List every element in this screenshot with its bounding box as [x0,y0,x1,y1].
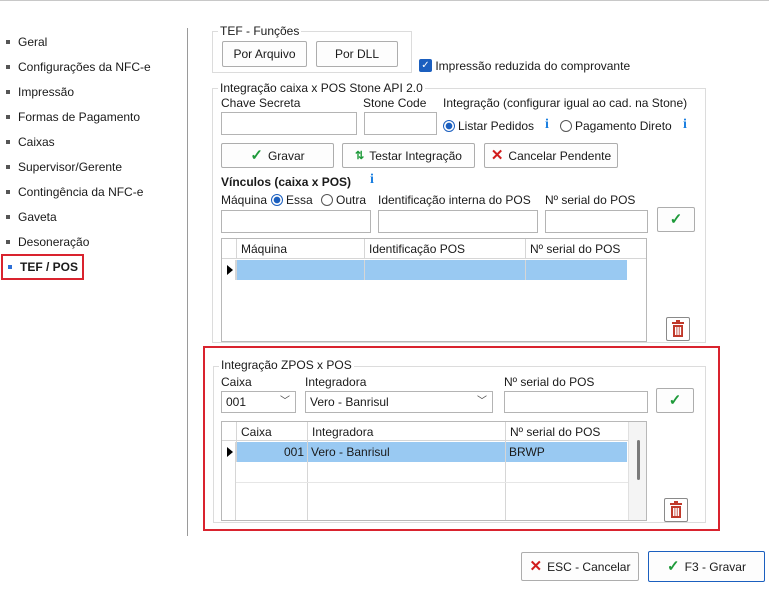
identificacao-label: Identificação interna do POS [378,193,531,207]
delete-vinculo-button[interactable] [666,317,690,341]
bullet-icon [6,114,10,119]
info-icon[interactable]: i [545,117,549,133]
chave-secreta-input[interactable] [221,112,357,135]
sidebar-item-geral[interactable]: Geral [6,33,47,51]
stone-integracao-title: Integração caixa x POS Stone API 2.0 [218,81,425,95]
testar-integracao-button[interactable]: ⇅ Testar Integração [342,143,475,168]
sidebar-item-supervisor[interactable]: Supervisor/Gerente [6,158,122,176]
bullet-icon [8,264,12,269]
check-icon: ✓ [250,146,263,164]
confirm-vinculo-button[interactable]: ✓ [657,207,695,232]
serial-input[interactable] [545,210,648,233]
integracao-label: Integração (configurar igual ao cad. na … [443,96,688,110]
radio-unselected-icon [560,119,572,132]
sidebar-item-desoneracao[interactable]: Desoneração [6,233,89,251]
sidebar-item-configuracoes-nfce[interactable]: Configurações da NFC-e [6,58,151,76]
vertical-divider [187,28,188,536]
grid-header-cell[interactable]: Identificação POS [364,239,525,259]
impressao-reduzida-label: Impressão reduzida do comprovante [435,59,631,73]
sidebar-item-gaveta[interactable]: Gaveta [6,208,57,226]
sidebar-item-label: Caixas [18,135,55,149]
grid-header-cell[interactable]: Máquina [236,239,364,259]
close-icon: ✕ [529,557,543,575]
sidebar-item-label: Gaveta [18,210,57,224]
maquina-outra-radio[interactable]: Outra [321,192,366,208]
vinculos-grid[interactable]: Máquina Identificação POS Nº serial do P… [221,238,647,342]
sidebar-item-label: Contingência da NFC-e [18,185,144,199]
grid-header: Máquina Identificação POS Nº serial do P… [222,239,646,259]
top-divider [0,0,769,1]
transfer-arrows-icon: ⇅ [355,150,365,162]
identificacao-input[interactable] [378,210,538,233]
sidebar-item-contingencia[interactable]: Contingência da NFC-e [6,183,143,201]
row-indicator [222,260,236,280]
sidebar-item-label: Desoneração [18,235,90,249]
f3-gravar-button[interactable]: ✓ F3 - Gravar [648,551,765,582]
sidebar-item-caixas[interactable]: Caixas [6,133,55,151]
zpos-highlight-box [203,346,720,531]
gravar-label: Gravar [267,148,305,163]
testar-integracao-label: Testar Integração [369,148,462,163]
table-row[interactable] [222,260,646,280]
cancelar-pendente-label: Cancelar Pendente [508,148,612,163]
grid-cell[interactable] [525,260,627,280]
maquina-essa-radio[interactable]: Essa [271,192,313,208]
close-icon: ✕ [490,146,504,164]
vinculos-title: Vínculos (caixa x POS) [221,175,352,189]
pagamento-direto-radio[interactable]: Pagamento Direto [560,118,672,134]
essa-label: Essa [286,193,313,207]
sidebar-item-label: Supervisor/Gerente [18,160,123,174]
stone-code-label: Stone Code [363,96,427,110]
bullet-icon [6,214,10,219]
row-pointer-icon [227,265,233,275]
bullet-icon [6,189,10,194]
bullet-icon [6,164,10,169]
serial-label: Nº serial do POS [545,193,636,207]
trash-icon [672,320,684,337]
radio-selected-icon [271,193,283,206]
grid-cell[interactable] [236,260,364,280]
check-icon: ✓ [667,557,680,575]
radio-selected-icon [443,119,455,132]
chave-secreta-label: Chave Secreta [221,96,301,110]
bullet-icon [6,64,10,69]
gravar-button[interactable]: ✓ Gravar [221,143,334,168]
maquina-input[interactable] [221,210,371,233]
f3-gravar-label: F3 - Gravar [684,559,746,574]
bullet-icon [6,89,10,94]
radio-unselected-icon [321,193,333,206]
sidebar-item-label: TEF / POS [20,260,79,274]
impressao-reduzida-checkbox[interactable]: ✓ Impressão reduzida do comprovante [419,58,630,74]
outra-label: Outra [336,193,367,207]
sidebar-item-label: Configurações da NFC-e [18,60,151,74]
listar-pedidos-radio[interactable]: Listar Pedidos [443,118,534,134]
sidebar-item-label: Impressão [18,85,75,99]
bullet-icon [6,239,10,244]
sidebar-item-label: Formas de Pagamento [18,110,141,124]
checkbox-checked-icon: ✓ [419,59,432,73]
sidebar-item-label: Geral [18,35,48,49]
sidebar-item-tef-pos[interactable]: TEF / POS [1,254,85,280]
info-icon[interactable]: i [370,172,374,188]
grid-cell[interactable] [364,260,525,280]
grid-header-cell[interactable]: Nº serial do POS [525,239,646,259]
check-icon: ✓ [669,210,683,228]
tef-funcoes-title: TEF - Funções [218,24,302,38]
info-icon[interactable]: i [683,117,687,133]
bullet-icon [6,39,10,44]
sidebar-item-formas-pagamento[interactable]: Formas de Pagamento [6,108,140,126]
sidebar-item-impressao[interactable]: Impressão [6,83,74,101]
por-dll-button[interactable]: Por DLL [316,41,398,67]
esc-cancelar-button[interactable]: ✕ ESC - Cancelar [521,552,639,581]
pagamento-direto-label: Pagamento Direto [575,119,672,133]
esc-cancelar-label: ESC - Cancelar [547,559,631,574]
por-arquivo-button[interactable]: Por Arquivo [222,41,307,67]
bullet-icon [6,139,10,144]
stone-code-input[interactable] [364,112,437,135]
cancelar-pendente-button[interactable]: ✕ Cancelar Pendente [484,143,618,168]
maquina-label: Máquina [221,193,268,207]
listar-pedidos-label: Listar Pedidos [458,119,535,133]
